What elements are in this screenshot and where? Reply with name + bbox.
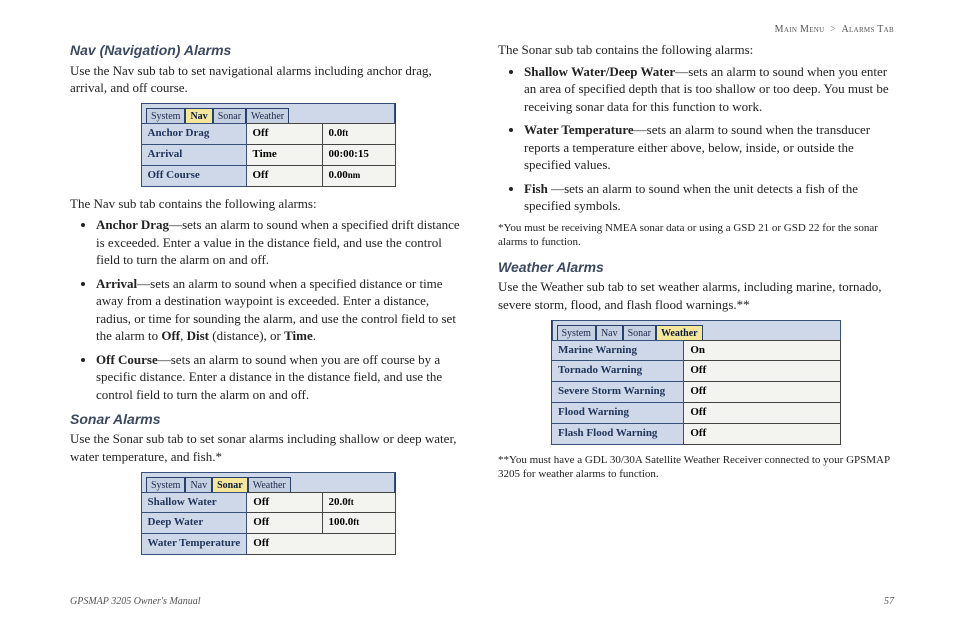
tab-sonar: Sonar — [623, 325, 656, 340]
tab-system: System — [557, 325, 596, 340]
list-item: Shallow Water/Deep Water—sets an alarm t… — [524, 63, 894, 116]
sonar-footnote: *You must be receiving NMEA sonar data o… — [498, 221, 894, 250]
weather-tabs: System Nav Sonar Weather — [552, 320, 841, 340]
table-row: Deep Water Off 100.0ft — [141, 513, 395, 534]
table-row: Flood Warning Off — [552, 403, 841, 424]
table-row: Arrival Time 00:00:15 — [141, 144, 395, 165]
table-row: Off Course Off 0.00nm — [141, 165, 395, 186]
row-label: Flood Warning — [552, 403, 684, 424]
row-value: Off — [684, 423, 841, 444]
heading-sonar-alarms: Sonar Alarms — [70, 410, 466, 429]
heading-nav-alarms: Nav (Navigation) Alarms — [70, 41, 466, 60]
row-label: Tornado Warning — [552, 361, 684, 382]
row-value: 100.0ft — [322, 513, 395, 534]
table-row: Anchor Drag Off 0.0ft — [141, 123, 395, 144]
row-label: Anchor Drag — [141, 123, 246, 144]
table-row: Severe Storm Warning Off — [552, 382, 841, 403]
nav-alarms-screenshot: System Nav Sonar Weather Anchor Drag Off… — [141, 103, 396, 187]
row-label: Shallow Water — [141, 492, 247, 513]
weather-footnote: **You must have a GDL 30/30A Satellite W… — [498, 453, 894, 482]
tab-weather: Weather — [246, 108, 289, 123]
tab-sonar: Sonar — [213, 108, 246, 123]
row-value: 0.0ft — [322, 123, 395, 144]
table-row: Shallow Water Off 20.0ft — [141, 492, 395, 513]
nav-alarms-intro: Use the Nav sub tab to set navigational … — [70, 62, 466, 97]
footer-title: GPSMAP 3205 Owner's Manual — [70, 596, 201, 607]
page-footer: GPSMAP 3205 Owner's Manual 57 — [70, 596, 894, 607]
tab-nav: Nav — [185, 477, 212, 492]
tab-weather: Weather — [656, 325, 703, 340]
table-row: Flash Flood Warning Off — [552, 423, 841, 444]
nav-list-intro: The Nav sub tab contains the following a… — [70, 195, 466, 213]
page-number: 57 — [884, 596, 894, 607]
list-item: Off Course—sets an alarm to sound when y… — [96, 351, 466, 404]
row-value: Off — [684, 403, 841, 424]
tab-sonar: Sonar — [212, 477, 248, 492]
tab-weather: Weather — [248, 477, 291, 492]
tab-system: System — [146, 477, 185, 492]
sonar-list-intro: The Sonar sub tab contains the following… — [498, 41, 894, 59]
sonar-alarms-intro: Use the Sonar sub tab to set sonar alarm… — [70, 430, 466, 465]
row-value: Time — [246, 144, 322, 165]
row-value: Off — [247, 534, 395, 555]
sonar-tabs: System Nav Sonar Weather — [141, 472, 395, 492]
tab-system: System — [146, 108, 185, 123]
tab-nav: Nav — [596, 325, 623, 340]
table-row: Tornado Warning Off — [552, 361, 841, 382]
right-column: The Sonar sub tab contains the following… — [498, 39, 894, 563]
row-label: Severe Storm Warning — [552, 382, 684, 403]
row-label: Off Course — [141, 165, 246, 186]
breadcrumb: Main Menu > Alarms Tab — [70, 24, 894, 35]
row-value: 0.00nm — [322, 165, 395, 186]
list-item: Arrival—sets an alarm to sound when a sp… — [96, 275, 466, 345]
sonar-alarm-list: Shallow Water/Deep Water—sets an alarm t… — [498, 63, 894, 215]
left-column: Nav (Navigation) Alarms Use the Nav sub … — [70, 39, 466, 563]
table-row: Water Temperature Off — [141, 534, 395, 555]
nav-tabs: System Nav Sonar Weather — [141, 103, 395, 123]
breadcrumb-b: Alarms Tab — [842, 24, 895, 35]
row-value: On — [684, 340, 841, 361]
row-label: Deep Water — [141, 513, 247, 534]
row-label: Flash Flood Warning — [552, 423, 684, 444]
row-value: Off — [246, 123, 322, 144]
row-label: Arrival — [141, 144, 246, 165]
table-row: Marine Warning On — [552, 340, 841, 361]
nav-alarm-list: Anchor Drag—sets an alarm to sound when … — [70, 216, 466, 403]
breadcrumb-sep: > — [830, 24, 836, 35]
row-value: 00:00:15 — [322, 144, 395, 165]
list-item: Fish —sets an alarm to sound when the un… — [524, 180, 894, 215]
row-value: Off — [247, 492, 322, 513]
sonar-alarms-screenshot: System Nav Sonar Weather Shallow Water O… — [141, 472, 396, 556]
breadcrumb-a: Main Menu — [775, 24, 825, 35]
row-value: Off — [684, 361, 841, 382]
list-item: Water Temperature—sets an alarm to sound… — [524, 121, 894, 174]
row-value: Off — [684, 382, 841, 403]
tab-nav: Nav — [185, 108, 212, 123]
weather-alarms-screenshot: System Nav Sonar Weather Marine Warning … — [551, 320, 841, 445]
heading-weather-alarms: Weather Alarms — [498, 258, 894, 277]
row-label: Water Temperature — [141, 534, 247, 555]
row-label: Marine Warning — [552, 340, 684, 361]
row-value: Off — [247, 513, 322, 534]
row-value: Off — [246, 165, 322, 186]
list-item: Anchor Drag—sets an alarm to sound when … — [96, 216, 466, 269]
weather-alarms-intro: Use the Weather sub tab to set weather a… — [498, 278, 894, 313]
row-value: 20.0ft — [322, 492, 395, 513]
